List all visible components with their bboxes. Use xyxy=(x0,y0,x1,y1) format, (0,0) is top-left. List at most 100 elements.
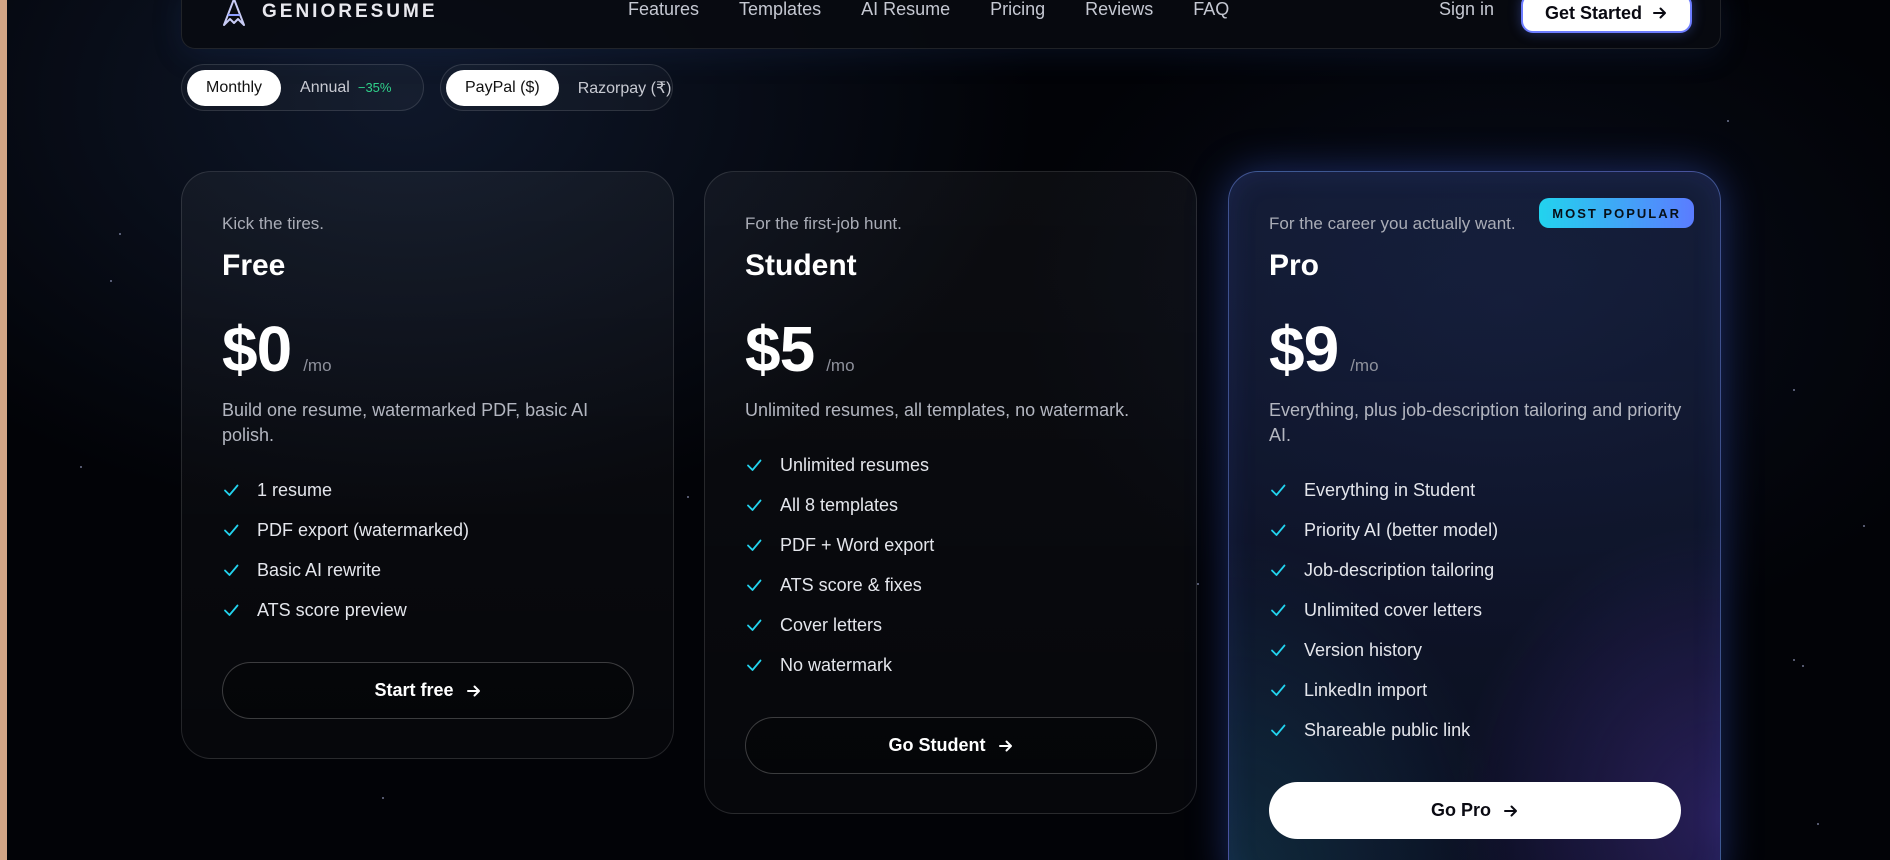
feature-item: ATS score preview xyxy=(222,590,469,630)
nav-link-pricing[interactable]: Pricing xyxy=(990,0,1045,20)
button-label: Go Pro xyxy=(1430,800,1491,820)
nav-link-features[interactable]: Features xyxy=(628,0,699,20)
check-icon xyxy=(747,619,762,631)
price-row: $9 /mo xyxy=(1269,312,1379,386)
plan-price: $9 xyxy=(1269,313,1339,385)
pricing-card-free: Kick the tires. Free $0 /mo Build one re… xyxy=(181,171,674,759)
plan-description: Unlimited resumes, all templates, no wat… xyxy=(745,400,1130,420)
arrow-right-icon xyxy=(998,740,1012,751)
plan-tagline: For the career you actually want. xyxy=(1269,214,1516,233)
nav-link-reviews[interactable]: Reviews xyxy=(1085,0,1153,20)
check-icon xyxy=(224,564,239,576)
go-student-button[interactable]: Go Student xyxy=(745,717,1157,774)
plan-name: Pro xyxy=(1269,249,1320,282)
annual-discount-badge: −35% xyxy=(357,80,392,95)
feature-label: Unlimited resumes xyxy=(780,454,930,475)
check-icon xyxy=(747,539,762,551)
feature-label: ATS score preview xyxy=(257,599,407,620)
nav-links: Features Templates AI Resume Pricing Rev… xyxy=(628,0,1269,20)
get-started-button[interactable]: Get Started xyxy=(1521,0,1692,33)
check-icon xyxy=(1271,644,1286,656)
price-row: $0 /mo xyxy=(222,312,332,386)
sign-in-link[interactable]: Sign in xyxy=(1439,0,1494,20)
check-icon xyxy=(747,579,762,591)
nav-link-ai-resume[interactable]: AI Resume xyxy=(861,0,950,20)
feature-label: ATS score & fixes xyxy=(780,574,922,595)
billing-option-monthly[interactable]: Monthly xyxy=(187,69,282,106)
pricing-card-pro: MOST POPULAR For the career you actually… xyxy=(1228,171,1721,860)
feature-list: 1 resume PDF export (watermarked) Basic … xyxy=(222,470,469,630)
plan-description: Everything, plus job-description tailori… xyxy=(1269,400,1682,445)
feature-item: Everything in Student xyxy=(1269,470,1498,510)
price-period: /mo xyxy=(303,356,332,375)
go-pro-button[interactable]: Go Pro xyxy=(1269,782,1681,839)
check-icon xyxy=(1271,564,1286,576)
check-icon xyxy=(747,659,762,671)
feature-list: Everything in Student Priority AI (bette… xyxy=(1269,470,1498,750)
billing-option-annual[interactable]: Annual −35% xyxy=(281,70,410,106)
feature-item: PDF + Word export xyxy=(745,525,934,565)
feature-label: Unlimited cover letters xyxy=(1304,599,1483,620)
feature-item: Basic AI rewrite xyxy=(222,550,469,590)
window-edge xyxy=(0,0,7,860)
price-period: /mo xyxy=(826,356,855,375)
currency-option-paypal[interactable]: PayPal ($) xyxy=(446,69,559,106)
feature-item: Unlimited resumes xyxy=(745,445,934,485)
price-period: /mo xyxy=(1350,356,1379,375)
currency-option-razorpay[interactable]: Razorpay (₹) xyxy=(559,70,691,106)
arrow-right-icon xyxy=(1653,7,1667,19)
feature-item: Cover letters xyxy=(745,605,934,645)
billing-period-toggle: Monthly Annual −35% xyxy=(181,64,424,111)
logo-icon xyxy=(223,0,245,26)
arrow-right-icon xyxy=(1504,805,1517,816)
feature-item: Version history xyxy=(1269,630,1498,670)
button-label: Start free xyxy=(374,680,454,700)
feature-label: Version history xyxy=(1304,639,1423,660)
currency-option-label: PayPal ($) xyxy=(465,78,540,96)
billing-option-label: Monthly xyxy=(206,78,263,96)
feature-label: Priority AI (better model) xyxy=(1304,519,1499,540)
currency-option-label: Razorpay (₹) xyxy=(577,79,672,97)
feature-item: Unlimited cover letters xyxy=(1269,590,1498,630)
plan-tagline: Kick the tires. xyxy=(222,214,325,233)
check-icon xyxy=(1271,604,1286,616)
feature-item: Job-description tailoring xyxy=(1269,550,1498,590)
get-started-label: Get Started xyxy=(1544,2,1643,23)
start-free-button[interactable]: Start free xyxy=(222,662,634,719)
price-row: $5 /mo xyxy=(745,312,855,386)
feature-label: Job-description tailoring xyxy=(1304,559,1495,580)
plan-price: $0 xyxy=(222,313,292,385)
feature-label: Everything in Student xyxy=(1304,479,1476,500)
check-icon xyxy=(1271,484,1286,496)
feature-label: No watermark xyxy=(780,654,893,675)
payment-provider-toggle: PayPal ($) Razorpay (₹) xyxy=(440,64,673,111)
button-label: Go Student xyxy=(888,735,986,755)
check-icon xyxy=(747,459,762,471)
feature-label: Shareable public link xyxy=(1304,719,1471,740)
feature-item: PDF export (watermarked) xyxy=(222,510,469,550)
brand-logo[interactable]: GENIORESUME xyxy=(220,0,438,27)
pricing-card-student: For the first-job hunt. Student $5 /mo U… xyxy=(704,171,1197,814)
check-icon xyxy=(224,524,239,536)
feature-item: ATS score & fixes xyxy=(745,565,934,605)
feature-item: All 8 templates xyxy=(745,485,934,525)
plan-name: Student xyxy=(745,249,857,282)
feature-item: Priority AI (better model) xyxy=(1269,510,1498,550)
check-icon xyxy=(1271,524,1286,536)
plan-price: $5 xyxy=(745,313,815,385)
feature-item: Shareable public link xyxy=(1269,710,1498,750)
check-icon xyxy=(224,484,239,496)
feature-item: LinkedIn import xyxy=(1269,670,1498,710)
feature-label: PDF export (watermarked) xyxy=(257,519,470,540)
most-popular-badge: MOST POPULAR xyxy=(1539,198,1694,228)
feature-label: PDF + Word export xyxy=(780,534,935,555)
top-navbar: GENIORESUME Features Templates AI Resume… xyxy=(181,0,1721,49)
nav-link-templates[interactable]: Templates xyxy=(739,0,821,20)
check-icon xyxy=(747,499,762,511)
nav-link-faq[interactable]: FAQ xyxy=(1193,0,1229,20)
arrow-right-icon xyxy=(466,685,480,696)
check-icon xyxy=(1271,724,1286,736)
plan-tagline: For the first-job hunt. xyxy=(745,214,902,233)
plan-name: Free xyxy=(222,249,286,282)
feature-label: LinkedIn import xyxy=(1304,679,1428,700)
